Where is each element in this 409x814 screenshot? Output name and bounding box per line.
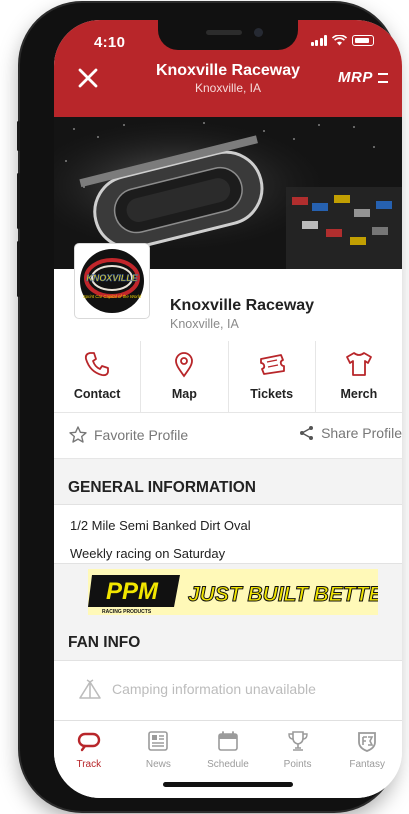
tab-points-label: Points: [283, 759, 312, 770]
device-notch: [158, 20, 298, 50]
info-line: Weekly racing on Saturday: [70, 546, 226, 561]
favorite-share-row: Favorite Profile Share Profile: [54, 413, 402, 459]
profile-name: Knoxville Raceway: [170, 297, 315, 314]
header-title: Knoxville Raceway: [155, 62, 301, 79]
trophy-icon: [287, 731, 308, 751]
phone-frame: 4:10 Knoxville Raceway Knoxville, IA MRP: [17, 3, 402, 811]
tab-fantasy-label: Fantasy: [349, 759, 385, 770]
brand-logo: MRP: [338, 69, 388, 86]
tab-fantasy[interactable]: Fantasy: [332, 721, 402, 798]
info-line: 1/2 Mile Semi Banked Dirt Oval: [70, 518, 251, 533]
svg-text:Sprint Car Capital of the Worl: Sprint Car Capital of the World: [83, 294, 142, 299]
close-button[interactable]: [74, 64, 102, 92]
signal-icon: [310, 35, 327, 46]
tickets-button[interactable]: Tickets: [229, 341, 316, 412]
ticket-icon: [259, 354, 285, 375]
home-indicator[interactable]: [163, 782, 293, 787]
status-time: 4:10: [94, 34, 126, 51]
tab-news-label: News: [145, 759, 171, 770]
tab-schedule-label: Schedule: [207, 759, 249, 770]
favorite-profile-label: Favorite Profile: [94, 427, 189, 443]
tickets-label: Tickets: [250, 387, 294, 401]
fantasy-icon: [358, 732, 377, 752]
app-screen: 4:10 Knoxville Raceway Knoxville, IA MRP: [54, 20, 402, 798]
svg-text:PPM: PPM: [106, 578, 159, 605]
favorite-profile-button[interactable]: Favorite Profile: [68, 425, 188, 445]
fan-info-heading: FAN INFO: [54, 621, 402, 661]
news-icon: [148, 731, 169, 751]
share-icon: [300, 426, 314, 440]
map-label: Map: [171, 387, 197, 401]
star-icon: [69, 426, 87, 443]
battery-icon: [352, 35, 374, 46]
calendar-icon: [218, 731, 238, 751]
svg-text:KNOXVILLE: KNOXVILLE: [86, 273, 139, 283]
tab-track[interactable]: Track: [54, 721, 124, 798]
camping-info-row: Camping information unavailable: [54, 662, 402, 716]
svg-text:RACING PRODUCTS: RACING PRODUCTS: [102, 609, 152, 615]
phone-icon: [85, 352, 110, 377]
svg-text:JUST BUILT BETTER: JUST BUILT BETTER: [188, 583, 378, 606]
share-profile-button[interactable]: Share Profile: [299, 425, 402, 441]
merch-label: Merch: [340, 387, 378, 401]
map-pin-icon: [175, 352, 194, 378]
contact-button[interactable]: Contact: [54, 341, 142, 412]
camping-info-text: Camping information unavailable: [112, 681, 316, 697]
track-profile: KNOXVILLE Sprint Car Capital of the Worl…: [54, 243, 402, 341]
sponsor-banner[interactable]: PPM RACING PRODUCTS JUST BUILT BETTER: [88, 569, 378, 615]
general-info-heading: GENERAL INFORMATION: [54, 459, 402, 505]
mute-switch: [17, 121, 20, 151]
track-icon: [77, 732, 100, 752]
track-logo: KNOXVILLE Sprint Car Capital of the Worl…: [74, 243, 150, 319]
merch-button[interactable]: Merch: [316, 341, 402, 412]
volume-up-button: [17, 173, 20, 229]
sponsor-banner-container: PPM RACING PRODUCTS JUST BUILT BETTER: [54, 563, 402, 621]
map-button[interactable]: Map: [141, 341, 229, 412]
action-row: Contact Map Tickets Merch: [54, 341, 402, 413]
wifi-icon: [332, 35, 347, 46]
brand-logo-mark: [378, 73, 388, 84]
contact-label: Contact: [73, 387, 121, 401]
header-subtitle: Knoxville, IA: [194, 81, 262, 95]
volume-down-button: [17, 241, 20, 297]
shirt-icon: [345, 352, 372, 376]
tab-track-label: Track: [76, 759, 102, 770]
brand-logo-text: MRP: [338, 69, 373, 86]
status-icons: [310, 35, 374, 46]
share-profile-label: Share Profile: [321, 425, 402, 441]
tent-icon: [79, 679, 101, 699]
profile-location: Knoxville, IA: [170, 317, 239, 331]
